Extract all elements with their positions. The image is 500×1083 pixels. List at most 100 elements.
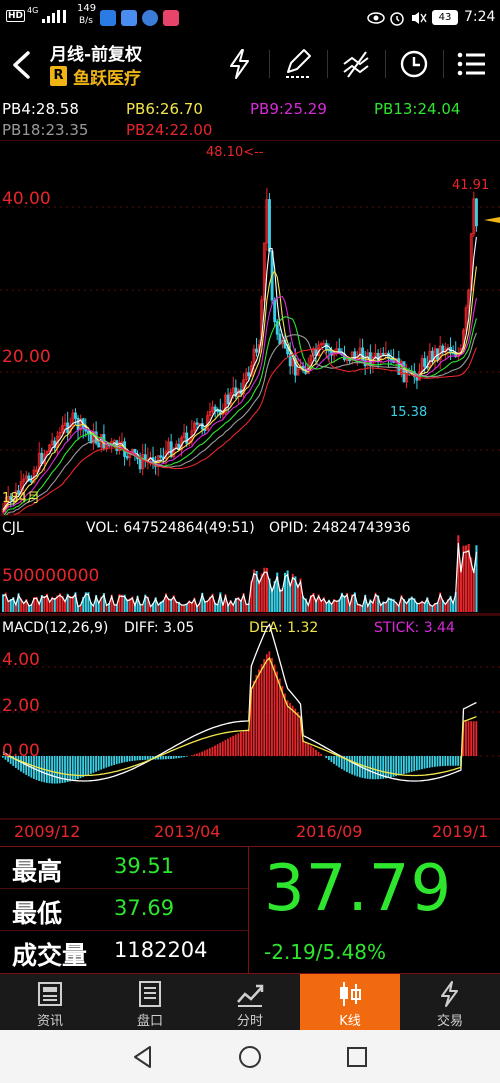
volume-bar [258,579,261,612]
macd-bar [286,700,289,756]
candle-body [185,432,189,444]
ma-line [2,266,477,512]
volume-bar [289,583,292,612]
macd-bar [434,756,436,767]
macd-bar [278,678,281,756]
macd-bar [100,756,103,770]
macd-bar [89,756,92,774]
clock: 7:24 [464,9,496,25]
macd-bar [309,745,312,756]
tab-label: 分时 [236,1014,263,1029]
macd-bar [283,693,286,756]
macd-axis-label-0: 0.00 [2,741,40,761]
macd-bar [465,721,467,756]
macd-bar [374,756,377,780]
speed-unit: B/s [79,16,93,26]
system-nav-bar [0,1030,500,1083]
volume-bar [43,596,46,612]
current-price-marker [484,217,500,223]
macd-bar [307,743,310,756]
macd-bar [66,756,69,783]
macd-bar [115,756,118,765]
candle-body [76,418,80,431]
macd-bar [387,756,390,778]
lightning-icon[interactable] [222,46,258,82]
macd-bar [418,756,421,770]
macd-bar [108,756,110,767]
volume-bar [71,596,74,612]
high-value: 39.51 [114,854,175,878]
macd-bar [113,756,116,765]
macd-bar [431,756,434,768]
tab-label: K线 [339,1014,361,1029]
macd-bar [216,744,219,756]
macd-bar [242,730,245,756]
candle-body [74,412,77,419]
macd-stick: STICK: 3.44 [374,620,455,636]
stock-name[interactable]: 鱼跃医疗 [73,64,141,89]
macd-bar [255,674,258,756]
macd-bar [232,735,235,756]
macd-histogram [2,651,478,784]
candle-body [97,442,101,448]
tab-trade[interactable]: 交易 [400,974,500,1030]
macd-bar [82,756,85,778]
macd-bar [196,753,198,756]
nav-back-icon[interactable] [130,1044,156,1070]
chart-title: 月线-前复权 [50,45,143,65]
kline-chart[interactable]: 40.00 20.00 48.10<-- 41.91 15.38 184月 [0,140,500,515]
nav-recents-icon[interactable] [344,1044,370,1070]
menu-icon[interactable] [454,46,490,82]
tab-order-book[interactable]: 盘口 [100,974,200,1030]
indicator-lines-icon[interactable] [338,46,374,82]
macd-bar [92,756,95,773]
macd-bar [162,756,165,760]
macd-bar [281,685,284,756]
macd-bar [211,746,214,756]
tab-news[interactable]: 资讯 [0,974,100,1030]
macd-bar [139,756,141,761]
macd-bar [426,756,429,769]
macd-bar [312,747,315,756]
nav-home-icon[interactable] [237,1044,263,1070]
macd-bar [454,756,457,766]
volume-bar [53,597,56,612]
macd-bar [79,756,82,779]
macd-bar [333,756,335,764]
macd-bar [126,756,128,762]
macd-bar [356,756,359,777]
macd-diff: DIFF: 3.05 [124,620,194,636]
draw-pen-icon[interactable] [280,46,316,82]
app-notification-icon [100,10,116,26]
macd-axis-label-4: 4.00 [2,650,40,670]
macd-diff-line [2,623,477,782]
volume-bar [459,567,462,612]
macd-bar [335,756,338,766]
opid-value: OPID: 24824743936 [269,520,411,536]
macd-bar [110,756,113,766]
macd-bar [452,756,454,766]
macd-bar [338,756,341,768]
macd-bar [95,756,97,772]
macd-bar [351,756,354,775]
macd-bar [58,756,61,784]
macd-bar [258,669,260,756]
macd-bar [128,756,131,762]
macd-bar [48,756,51,784]
news-icon [38,982,62,1006]
macd-bar [118,756,121,764]
macd-indicator-name: MACD(12,26,9) [2,620,108,636]
macd-bar [229,737,232,756]
macd-bar [53,756,56,784]
volume-bar [465,545,468,612]
tab-kline[interactable]: K线 [300,974,400,1030]
tab-intraday[interactable]: 分时 [200,974,300,1030]
price-change: -2.19/5.48% [264,940,387,964]
clock-icon[interactable] [396,46,432,82]
candle-body [324,343,328,350]
volume-chart[interactable]: CJL VOL: 647524864(49:51) OPID: 24824743… [0,515,500,615]
eye-icon [367,12,385,24]
macd-chart[interactable]: MACD(12,26,9) DIFF: 3.05 DEA: 1.32 STICK… [0,615,500,820]
back-icon[interactable] [10,50,34,80]
macd-bar [296,711,299,756]
